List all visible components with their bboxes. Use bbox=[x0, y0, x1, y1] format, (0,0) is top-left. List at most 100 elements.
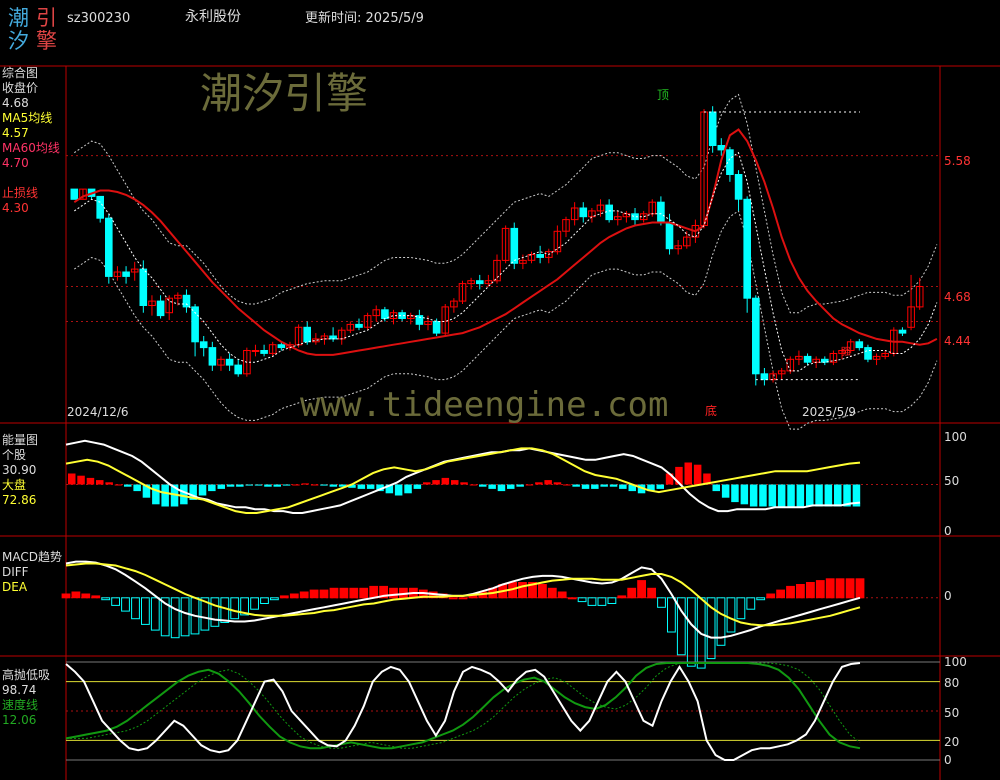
macd-bar bbox=[289, 593, 299, 599]
price-tick-1: 5.58 bbox=[944, 154, 971, 168]
macd-bar bbox=[587, 597, 597, 606]
candle-body bbox=[717, 145, 726, 151]
macd-bar bbox=[279, 595, 289, 599]
macd-tick-0: 0 bbox=[944, 589, 952, 603]
osc-speed-value: 12.06 bbox=[2, 713, 37, 727]
price-tick-3: 4.44 bbox=[944, 334, 971, 348]
macd-bar bbox=[607, 597, 617, 604]
stop-label: 止损线 bbox=[2, 186, 39, 200]
energy-bar bbox=[516, 484, 524, 487]
macd-title: MACD趋势 bbox=[2, 550, 62, 564]
osc-legend: 高抛低吸 98.74 速度线 12.06 bbox=[2, 668, 50, 728]
candle-body bbox=[536, 254, 545, 258]
energy-bar bbox=[525, 484, 534, 486]
candle-body bbox=[70, 188, 79, 200]
macd-bar bbox=[101, 597, 111, 601]
candle-body bbox=[803, 355, 812, 363]
candle-body bbox=[743, 198, 752, 299]
macd-dea-label: DEA bbox=[2, 580, 28, 594]
candle-body bbox=[752, 297, 760, 375]
macd-bar bbox=[81, 593, 91, 599]
date-end: 2025/5/9 bbox=[802, 405, 856, 419]
candle-body bbox=[510, 227, 519, 264]
candle-body bbox=[156, 300, 165, 317]
macd-bar bbox=[299, 591, 309, 599]
energy-stock-label: 个股 bbox=[2, 448, 27, 462]
energy-bar bbox=[161, 484, 169, 507]
macd-bar bbox=[468, 595, 478, 599]
macd-bar bbox=[329, 587, 339, 599]
macd-bar bbox=[647, 587, 657, 599]
logo-char-2: 引 bbox=[36, 6, 57, 30]
energy-bar bbox=[254, 484, 263, 486]
macd-bar bbox=[230, 597, 240, 620]
macd-bar bbox=[815, 580, 825, 599]
energy-bar bbox=[292, 484, 300, 486]
macd-bar bbox=[61, 593, 71, 599]
macd-bar bbox=[150, 597, 160, 631]
energy-bar bbox=[357, 484, 366, 489]
close-value: 4.68 bbox=[2, 96, 29, 110]
energy-bar bbox=[469, 484, 478, 486]
energy-bar bbox=[432, 480, 440, 485]
energy-bar bbox=[413, 484, 422, 489]
energy-bar bbox=[198, 484, 207, 496]
macd-diff-label: DIFF bbox=[2, 565, 29, 579]
energy-bar bbox=[834, 484, 842, 507]
energy-bar bbox=[329, 484, 338, 487]
candle-body bbox=[355, 323, 363, 328]
stock-code: sz300230 bbox=[67, 11, 131, 26]
candle-body bbox=[96, 195, 105, 219]
osc-tick-100: 100 bbox=[944, 655, 967, 669]
candle-body bbox=[476, 280, 484, 285]
energy-bar bbox=[609, 484, 618, 487]
mark-strong: 强 bbox=[841, 347, 851, 358]
energy-bar bbox=[712, 484, 720, 492]
energy-stock-value: 30.90 bbox=[2, 463, 37, 477]
energy-bar bbox=[310, 484, 319, 486]
macd-bar bbox=[835, 578, 845, 599]
candle-body bbox=[898, 329, 907, 334]
energy-bar bbox=[124, 484, 132, 487]
osc-title: 高抛低吸 bbox=[2, 668, 51, 682]
macd-bar bbox=[309, 589, 319, 599]
ma5-label: MA5均线 bbox=[2, 111, 53, 125]
macd-bar bbox=[250, 597, 259, 610]
energy-bar bbox=[759, 484, 767, 507]
energy-bar bbox=[105, 482, 113, 485]
macd-bar bbox=[369, 585, 379, 599]
ma5-value: 4.57 bbox=[2, 126, 29, 140]
candle-body bbox=[579, 207, 588, 218]
energy-bar bbox=[441, 477, 450, 485]
macd-bar bbox=[538, 584, 547, 599]
energy-bar bbox=[451, 480, 459, 485]
energy-bar bbox=[404, 484, 412, 494]
update-time: 更新时间: 2025/5/9 bbox=[305, 11, 424, 26]
energy-bar bbox=[591, 484, 599, 489]
macd-bar bbox=[180, 597, 190, 637]
energy-bar bbox=[824, 484, 833, 507]
macd-bar bbox=[547, 587, 557, 599]
date-start: 2024/12/6 bbox=[67, 405, 129, 419]
mark-top: 顶 bbox=[657, 88, 670, 102]
candle-body bbox=[864, 347, 872, 360]
candle-body bbox=[105, 217, 113, 277]
energy-bar bbox=[114, 484, 123, 486]
energy-bar bbox=[777, 484, 786, 507]
macd-bar bbox=[131, 597, 140, 620]
macd-bar bbox=[359, 587, 369, 599]
energy-bar bbox=[488, 484, 496, 489]
macd-bar bbox=[111, 597, 120, 606]
energy-bar bbox=[208, 484, 216, 492]
price-tick-2: 4.68 bbox=[944, 290, 971, 304]
energy-bar bbox=[740, 484, 749, 505]
osc-tick-50: 50 bbox=[944, 706, 960, 720]
osc-tick-20: 20 bbox=[944, 735, 960, 749]
macd-bar bbox=[339, 587, 349, 599]
energy-bar bbox=[320, 484, 328, 486]
candle-body bbox=[432, 321, 441, 334]
macd-bar bbox=[577, 597, 587, 603]
energy-bar bbox=[77, 475, 85, 485]
osc-speed-line bbox=[65, 662, 861, 750]
energy-tick-100: 100 bbox=[944, 430, 967, 444]
